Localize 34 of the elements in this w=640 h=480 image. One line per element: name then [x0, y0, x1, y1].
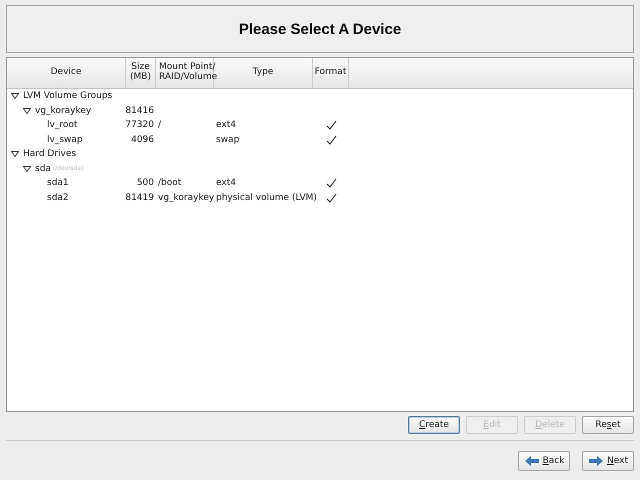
action-button[interactable]: Reset	[582, 416, 634, 434]
size-cell: 81419	[125, 192, 154, 203]
device-name[interactable]: lv_swap	[47, 134, 83, 145]
device-name[interactable]: Hard Drives	[23, 149, 76, 160]
device-name[interactable]: LVM Volume Groups	[23, 91, 112, 102]
device-name[interactable]: sda	[35, 164, 51, 174]
type-cell: physical volume (LVM)	[216, 192, 317, 203]
column-header[interactable]: Device	[7, 58, 126, 88]
device-name[interactable]: sda1	[47, 178, 69, 188]
mount-cell: /boot	[158, 178, 182, 188]
mount-cell: /	[158, 120, 162, 130]
type-cell: ext4	[216, 178, 236, 188]
page-title: Please Select A Device	[238, 20, 402, 38]
size-cell: 500	[136, 178, 154, 188]
size-cell: 81416	[125, 106, 154, 116]
device-name[interactable]: sda2	[47, 192, 69, 203]
expander-icon[interactable]	[23, 108, 31, 114]
mount-cell: vg_koraykey	[158, 192, 214, 203]
expander-icon[interactable]	[11, 93, 19, 100]
column-header[interactable]: Size (MB)	[126, 58, 156, 88]
action-button[interactable]: Create	[408, 416, 460, 434]
left-arrow-icon	[524, 455, 540, 467]
back-button[interactable]: Back	[518, 451, 570, 471]
device-name[interactable]: lv_root	[47, 120, 78, 130]
type-cell: ext4	[216, 120, 236, 130]
next-button[interactable]: Next	[582, 451, 634, 471]
type-cell: swap	[216, 134, 240, 145]
right-arrow-icon	[588, 455, 604, 467]
device-name[interactable]: vg_koraykey	[35, 106, 92, 116]
expander-icon[interactable]	[11, 151, 19, 158]
expander-icon[interactable]	[23, 166, 31, 172]
size-cell: 4096	[131, 134, 154, 145]
column-header[interactable]: Format	[313, 58, 349, 88]
size-cell: 77320	[125, 120, 154, 130]
